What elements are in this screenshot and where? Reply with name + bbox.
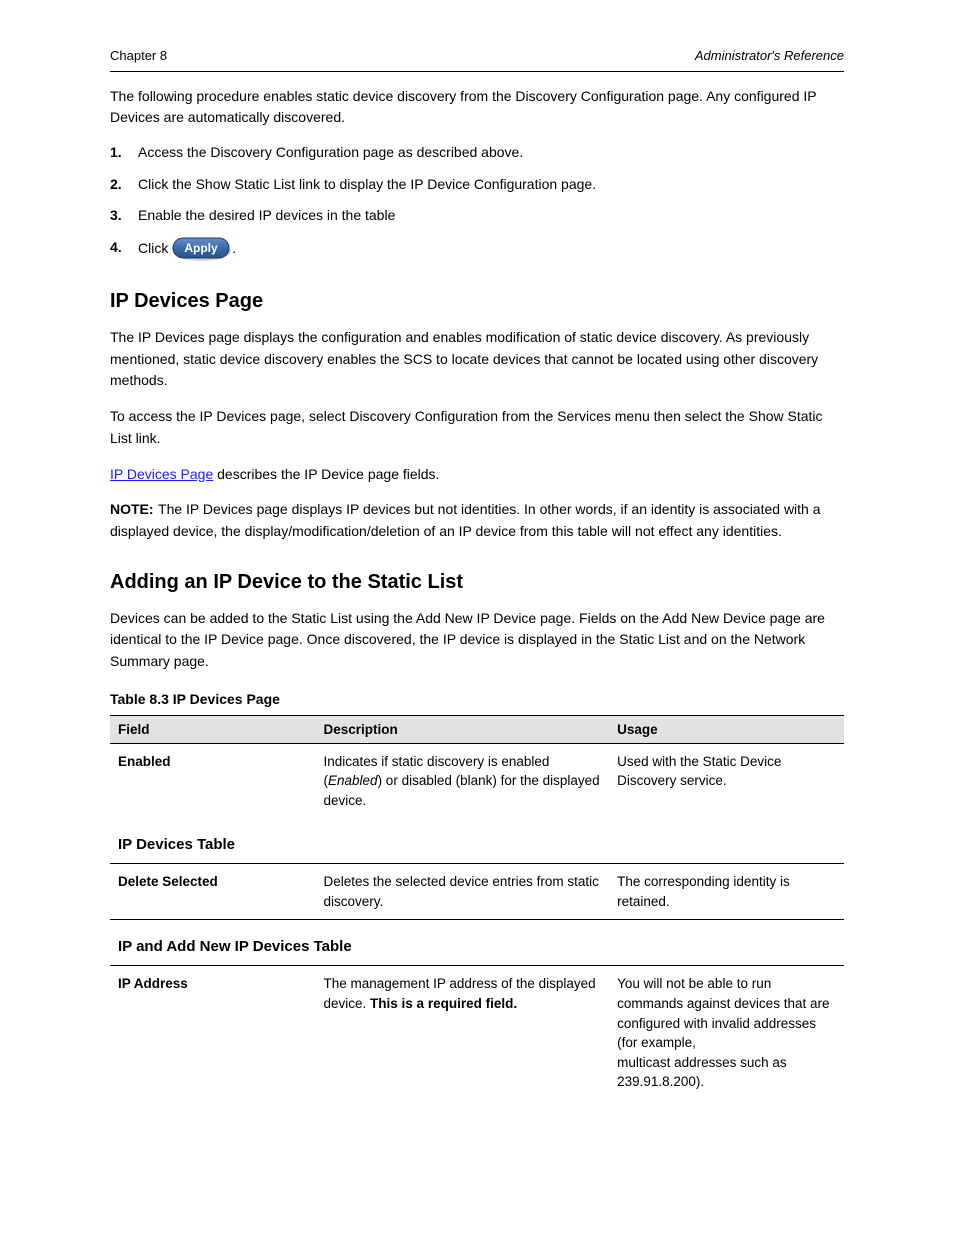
step-text: Click the Show Static List link to displ… [138,174,844,196]
col-description: Description [316,715,610,743]
ip-devices-page-link[interactable]: IP Devices Page [110,466,213,482]
step-number: 2. [110,174,138,196]
cell-desc: Deletes the selected device entries from… [316,864,610,920]
ip-overview-paragraph: The IP Devices page displays the configu… [110,327,844,392]
cell-field: Delete Selected [110,864,316,920]
table-caption: Table 8.3 IP Devices Page [110,691,844,707]
step-prefix: Click [138,240,172,256]
step-text: Click Apply . [138,237,844,262]
svg-text:Apply: Apply [185,241,219,255]
step-text: Enable the desired IP devices in the tab… [138,205,844,227]
section-heading-row: IP and Add New IP Devices Table [110,920,844,966]
step-text: Access the Discovery Configuration page … [138,142,844,164]
cell-field: Enabled [110,743,316,818]
header-chapter: Chapter 8 [110,48,167,63]
apply-button[interactable]: Apply [172,237,232,262]
cell-usage: Used with the Static Device Discovery se… [609,743,844,818]
section-heading-adding: Adding an IP Device to the Static List [110,571,844,594]
section-heading-row: IP Devices Table [110,818,844,864]
cell-field: IP Address [110,966,316,1100]
cross-ref-text: describes the IP Device page fields. [213,466,439,482]
cell-usage: You will not be able to run commands aga… [609,966,844,1100]
note-text: The IP Devices page displays IP devices … [110,501,821,539]
step-suffix: . [232,240,236,256]
section-heading-ip-devices: IP Devices Page [110,290,844,313]
procedure-list: 1. Access the Discovery Configuration pa… [110,142,844,262]
ip-devices-table: Field Description Usage Enabled Indicate… [110,715,844,1100]
cell-desc: The management IP address of the display… [316,966,610,1100]
note-block: NOTE: The IP Devices page displays IP de… [110,499,844,542]
step-number: 3. [110,205,138,227]
page-header: Chapter 8 Administrator's Reference [110,48,844,72]
col-field: Field [110,715,316,743]
cross-reference: IP Devices Page describes the IP Device … [110,464,844,486]
col-usage: Usage [609,715,844,743]
cell-desc: Indicates if static discovery is enabled… [316,743,610,818]
step-number: 1. [110,142,138,164]
cell-usage: The corresponding identity is retained. [609,864,844,920]
note-label: NOTE: [110,501,154,517]
intro-paragraph: The following procedure enables static d… [110,86,844,128]
step-number: 4. [110,237,138,262]
adding-paragraph: Devices can be added to the Static List … [110,608,844,673]
menu-path-paragraph: To access the IP Devices page, select Di… [110,406,844,449]
header-section-title: Administrator's Reference [695,48,844,63]
